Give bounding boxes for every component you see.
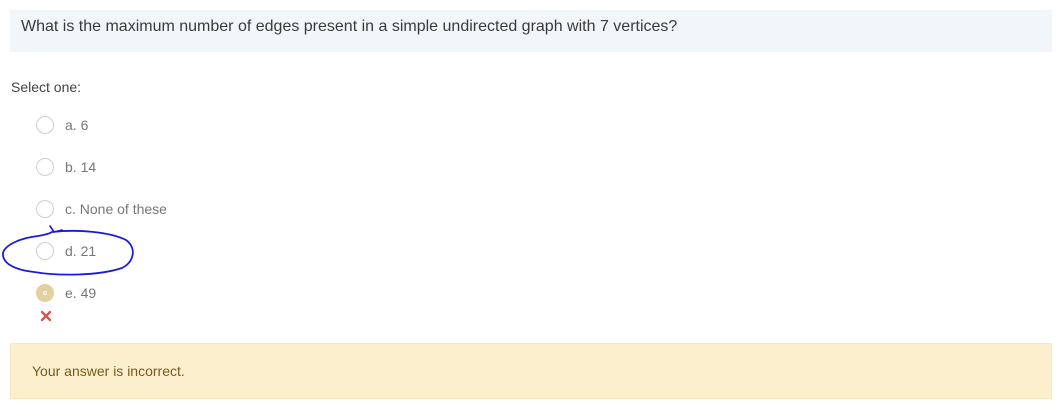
feedback-alert: Your answer is incorrect. — [10, 343, 1052, 399]
option-label-e: e. 49 — [65, 285, 97, 301]
quiz-question-panel: What is the maximum number of edges pres… — [0, 0, 1060, 418]
radio-button-e-selected[interactable] — [36, 284, 54, 302]
option-e[interactable]: e. 49 — [36, 282, 96, 304]
option-a[interactable]: a. 6 — [36, 114, 88, 136]
option-label-d: d. 21 — [65, 243, 97, 259]
question-box: What is the maximum number of edges pres… — [10, 10, 1052, 52]
radio-button-a[interactable] — [36, 116, 54, 134]
select-one-prompt: Select one: — [11, 79, 82, 95]
radio-button-c[interactable] — [36, 200, 54, 218]
option-label-b: b. 14 — [65, 159, 97, 175]
radio-button-d[interactable] — [36, 242, 54, 260]
option-label-c: c. None of these — [65, 201, 167, 217]
question-text: What is the maximum number of edges pres… — [21, 18, 678, 35]
radio-button-b[interactable] — [36, 158, 54, 176]
option-b[interactable]: b. 14 — [36, 156, 96, 178]
option-label-a: a. 6 — [65, 117, 89, 133]
feedback-text: Your answer is incorrect. — [32, 363, 185, 379]
cross-icon — [40, 310, 52, 322]
option-d[interactable]: d. 21 — [36, 240, 96, 262]
option-c[interactable]: c. None of these — [36, 198, 167, 220]
